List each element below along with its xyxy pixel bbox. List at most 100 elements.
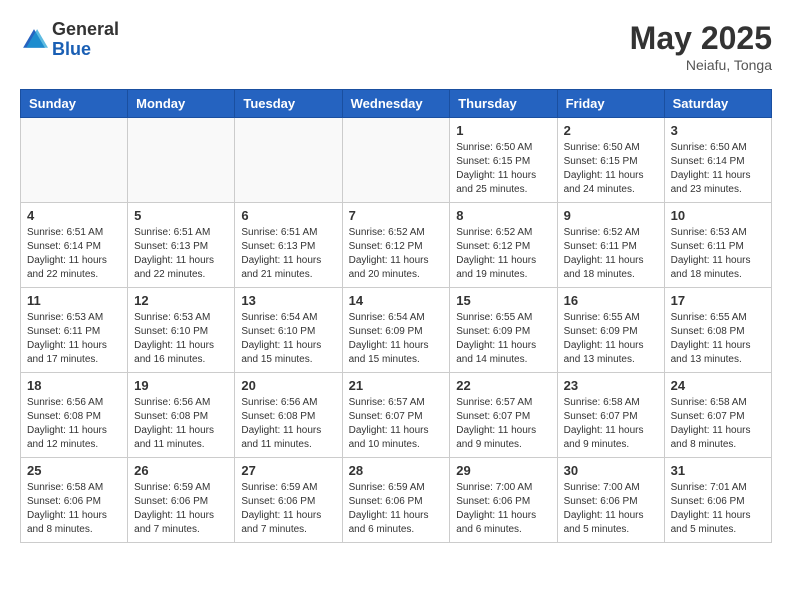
day-info: Sunrise: 6:57 AM Sunset: 6:07 PM Dayligh… — [349, 396, 444, 452]
day-number: 26 — [134, 463, 228, 478]
calendar-day-cell: 30 Sunrise: 7:00 AM Sunset: 6:06 PM Dayli… — [557, 458, 664, 543]
day-info: Sunrise: 6:56 AM Sunset: 6:08 PM Dayligh… — [27, 396, 121, 452]
logo-blue: Blue — [52, 39, 91, 59]
day-number: 28 — [349, 463, 444, 478]
day-number: 13 — [241, 293, 335, 308]
logo-icon — [20, 26, 48, 54]
day-info: Sunrise: 6:52 AM Sunset: 6:12 PM Dayligh… — [456, 226, 550, 282]
calendar-day-cell — [342, 118, 450, 203]
weekday-header: Saturday — [664, 90, 771, 118]
calendar-day-cell: 18 Sunrise: 6:56 AM Sunset: 6:08 PM Dayli… — [21, 373, 128, 458]
weekday-header: Wednesday — [342, 90, 450, 118]
calendar-day-cell: 21 Sunrise: 6:57 AM Sunset: 6:07 PM Dayli… — [342, 373, 450, 458]
calendar-day-cell: 24 Sunrise: 6:58 AM Sunset: 6:07 PM Dayli… — [664, 373, 771, 458]
calendar-week-row: 11 Sunrise: 6:53 AM Sunset: 6:11 PM Dayli… — [21, 288, 772, 373]
calendar-day-cell: 6 Sunrise: 6:51 AM Sunset: 6:13 PM Daylig… — [235, 203, 342, 288]
day-info: Sunrise: 6:52 AM Sunset: 6:12 PM Dayligh… — [349, 226, 444, 282]
day-number: 30 — [564, 463, 658, 478]
title-block: May 2025 Neiafu, Tonga — [630, 20, 772, 73]
calendar-day-cell: 25 Sunrise: 6:58 AM Sunset: 6:06 PM Dayli… — [21, 458, 128, 543]
calendar-day-cell: 9 Sunrise: 6:52 AM Sunset: 6:11 PM Daylig… — [557, 203, 664, 288]
calendar-day-cell: 23Sunrise: 6:58 AM Sunset: 6:07 PM Dayli… — [557, 373, 664, 458]
page-header: General Blue May 2025 Neiafu, Tonga — [20, 20, 772, 73]
day-number: 12 — [134, 293, 228, 308]
day-info: Sunrise: 6:52 AM Sunset: 6:11 PM Dayligh… — [564, 226, 658, 282]
calendar-day-cell: 22 Sunrise: 6:57 AM Sunset: 6:07 PM Dayli… — [450, 373, 557, 458]
day-info: Sunrise: 7:00 AM Sunset: 6:06 PM Dayligh… — [564, 481, 658, 537]
weekday-header: Thursday — [450, 90, 557, 118]
day-info: Sunrise: 6:58 AM Sunset: 6:06 PM Dayligh… — [27, 481, 121, 537]
day-number: 21 — [349, 378, 444, 393]
weekday-header: Monday — [128, 90, 235, 118]
day-info: Sunrise: 7:01 AM Sunset: 6:06 PM Dayligh… — [671, 481, 765, 537]
day-info: Sunrise: 6:54 AM Sunset: 6:10 PM Dayligh… — [241, 311, 335, 367]
calendar-week-row: 25 Sunrise: 6:58 AM Sunset: 6:06 PM Dayli… — [21, 458, 772, 543]
day-number: 10 — [671, 208, 765, 223]
day-info: Sunrise: 6:50 AM Sunset: 6:15 PM Dayligh… — [564, 141, 658, 197]
day-info: Sunrise: 6:58 AM Sunset: 6:07 PM Dayligh… — [671, 396, 765, 452]
day-number: 9 — [564, 208, 658, 223]
day-number: 27 — [241, 463, 335, 478]
calendar-day-cell: 19 Sunrise: 6:56 AM Sunset: 6:08 PM Dayli… — [128, 373, 235, 458]
calendar-day-cell: 8 Sunrise: 6:52 AM Sunset: 6:12 PM Daylig… — [450, 203, 557, 288]
day-info: Sunrise: 6:55 AM Sunset: 6:09 PM Dayligh… — [456, 311, 550, 367]
calendar-day-cell — [235, 118, 342, 203]
day-number: 7 — [349, 208, 444, 223]
day-number: 25 — [27, 463, 121, 478]
calendar-day-cell: 3Sunrise: 6:50 AM Sunset: 6:14 PM Daylig… — [664, 118, 771, 203]
calendar-day-cell: 13 Sunrise: 6:54 AM Sunset: 6:10 PM Dayli… — [235, 288, 342, 373]
calendar-day-cell: 26 Sunrise: 6:59 AM Sunset: 6:06 PM Dayli… — [128, 458, 235, 543]
day-number: 15 — [456, 293, 550, 308]
logo: General Blue — [20, 20, 119, 60]
day-info: Sunrise: 6:56 AM Sunset: 6:08 PM Dayligh… — [134, 396, 228, 452]
day-info: Sunrise: 6:59 AM Sunset: 6:06 PM Dayligh… — [134, 481, 228, 537]
day-number: 6 — [241, 208, 335, 223]
day-info: Sunrise: 6:55 AM Sunset: 6:09 PM Dayligh… — [564, 311, 658, 367]
day-info: Sunrise: 6:51 AM Sunset: 6:13 PM Dayligh… — [134, 226, 228, 282]
day-number: 5 — [134, 208, 228, 223]
day-number: 19 — [134, 378, 228, 393]
day-info: Sunrise: 6:51 AM Sunset: 6:13 PM Dayligh… — [241, 226, 335, 282]
calendar-location: Neiafu, Tonga — [630, 57, 772, 73]
day-info: Sunrise: 7:00 AM Sunset: 6:06 PM Dayligh… — [456, 481, 550, 537]
calendar-day-cell: 28 Sunrise: 6:59 AM Sunset: 6:06 PM Dayli… — [342, 458, 450, 543]
day-number: 2 — [564, 123, 658, 138]
calendar-title: May 2025 — [630, 20, 772, 57]
day-info: Sunrise: 6:50 AM Sunset: 6:15 PM Dayligh… — [456, 141, 550, 197]
day-number: 23 — [564, 378, 658, 393]
day-info: Sunrise: 6:57 AM Sunset: 6:07 PM Dayligh… — [456, 396, 550, 452]
calendar-day-cell — [21, 118, 128, 203]
day-number: 11 — [27, 293, 121, 308]
calendar-day-cell: 12Sunrise: 6:53 AM Sunset: 6:10 PM Dayli… — [128, 288, 235, 373]
calendar-day-cell: 20Sunrise: 6:56 AM Sunset: 6:08 PM Dayli… — [235, 373, 342, 458]
weekday-header-row: SundayMondayTuesdayWednesdayThursdayFrid… — [21, 90, 772, 118]
day-info: Sunrise: 6:53 AM Sunset: 6:11 PM Dayligh… — [27, 311, 121, 367]
calendar-day-cell: 1 Sunrise: 6:50 AM Sunset: 6:15 PM Daylig… — [450, 118, 557, 203]
day-number: 24 — [671, 378, 765, 393]
calendar-day-cell: 4Sunrise: 6:51 AM Sunset: 6:14 PM Daylig… — [21, 203, 128, 288]
day-info: Sunrise: 6:59 AM Sunset: 6:06 PM Dayligh… — [349, 481, 444, 537]
calendar-day-cell: 29Sunrise: 7:00 AM Sunset: 6:06 PM Dayli… — [450, 458, 557, 543]
day-number: 8 — [456, 208, 550, 223]
calendar-day-cell: 31Sunrise: 7:01 AM Sunset: 6:06 PM Dayli… — [664, 458, 771, 543]
calendar-day-cell: 7 Sunrise: 6:52 AM Sunset: 6:12 PM Daylig… — [342, 203, 450, 288]
day-number: 14 — [349, 293, 444, 308]
logo-general: General — [52, 19, 119, 39]
day-number: 17 — [671, 293, 765, 308]
calendar-day-cell: 16 Sunrise: 6:55 AM Sunset: 6:09 PM Dayli… — [557, 288, 664, 373]
calendar-day-cell: 17Sunrise: 6:55 AM Sunset: 6:08 PM Dayli… — [664, 288, 771, 373]
day-info: Sunrise: 6:56 AM Sunset: 6:08 PM Dayligh… — [241, 396, 335, 452]
calendar-day-cell: 2 Sunrise: 6:50 AM Sunset: 6:15 PM Daylig… — [557, 118, 664, 203]
calendar-day-cell: 15 Sunrise: 6:55 AM Sunset: 6:09 PM Dayli… — [450, 288, 557, 373]
day-number: 1 — [456, 123, 550, 138]
weekday-header: Tuesday — [235, 90, 342, 118]
day-number: 18 — [27, 378, 121, 393]
weekday-header: Friday — [557, 90, 664, 118]
calendar-day-cell: 27Sunrise: 6:59 AM Sunset: 6:06 PM Dayli… — [235, 458, 342, 543]
day-info: Sunrise: 6:51 AM Sunset: 6:14 PM Dayligh… — [27, 226, 121, 282]
day-number: 16 — [564, 293, 658, 308]
calendar-day-cell: 11 Sunrise: 6:53 AM Sunset: 6:11 PM Dayli… — [21, 288, 128, 373]
day-number: 22 — [456, 378, 550, 393]
calendar-week-row: 4Sunrise: 6:51 AM Sunset: 6:14 PM Daylig… — [21, 203, 772, 288]
logo-text: General Blue — [52, 20, 119, 60]
